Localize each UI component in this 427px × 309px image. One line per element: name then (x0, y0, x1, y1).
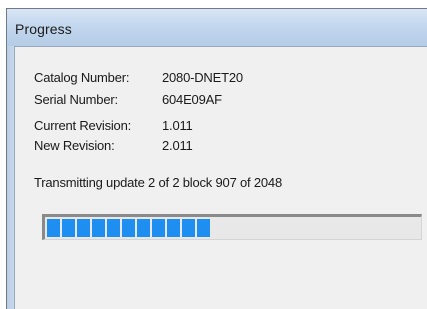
progress-block (107, 219, 120, 237)
new-revision-value: 2.011 (162, 138, 193, 153)
progress-block (152, 219, 165, 237)
window-frame (7, 46, 14, 309)
status-text: Transmitting update 2 of 2 block 907 of … (34, 175, 282, 190)
serial-number-label: Serial Number: (34, 92, 118, 107)
current-revision-value: 1.011 (162, 118, 193, 133)
title-bar[interactable]: Progress (7, 9, 427, 46)
progress-block (122, 219, 135, 237)
progress-bar (42, 214, 422, 240)
progress-block (137, 219, 150, 237)
new-revision-label: New Revision: (34, 138, 115, 153)
progress-dialog: Progress Catalog Number: 2080-DNET20 Ser… (6, 8, 427, 309)
progress-block (47, 219, 60, 237)
dialog-content: Catalog Number: 2080-DNET20 Serial Numbe… (14, 46, 427, 309)
progress-block (62, 219, 75, 237)
catalog-number-value: 2080-DNET20 (162, 70, 243, 85)
serial-number-value: 604E09AF (162, 92, 222, 107)
current-revision-label: Current Revision: (34, 118, 132, 133)
window-title: Progress (15, 21, 72, 37)
progress-fill (47, 219, 419, 237)
progress-block (197, 219, 210, 237)
progress-block (77, 219, 90, 237)
progress-block (182, 219, 195, 237)
progress-block (167, 219, 180, 237)
progress-block (92, 219, 105, 237)
catalog-number-label: Catalog Number: (34, 70, 130, 85)
